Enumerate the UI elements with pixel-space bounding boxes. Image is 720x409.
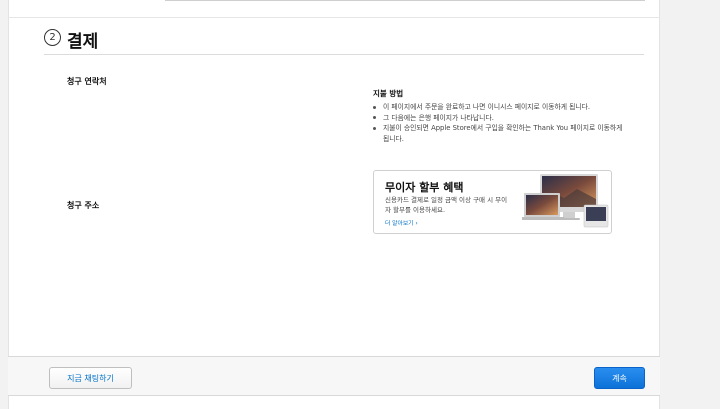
step-number-badge: 2: [44, 29, 61, 46]
billing-contact-label: 청구 연락처: [67, 77, 107, 86]
payment-method-title: 지불 방법: [373, 89, 404, 98]
list-item: 이 페이지에서 주문을 완료하고 나면 이니시스 페이지로 이동하게 됩니다.: [373, 102, 628, 113]
promo-title: 무이자 할부 혜택: [385, 181, 464, 194]
list-item: 지불이 승인되면 Apple Store에서 구입을 확인하는 Thank Yo…: [373, 123, 628, 144]
list-item: 그 다음에는 은행 페이지가 나타납니다.: [373, 113, 628, 124]
footer-bottom-edge: [8, 395, 660, 396]
top-divider: [165, 0, 645, 1]
learn-more-link[interactable]: 더 알아보기 ›: [385, 218, 418, 227]
title-divider: [44, 54, 644, 55]
chat-now-button[interactable]: 지금 채팅하기: [49, 367, 132, 389]
payment-method-list: 이 페이지에서 주문을 완료하고 나면 이니시스 페이지로 이동하게 됩니다. …: [373, 102, 628, 144]
mac-devices-image: [522, 174, 609, 228]
installment-promo-card[interactable]: 무이자 할부 혜택 신용카드 결제로 일정 금액 이상 구매 시 무이자 할부를…: [373, 170, 612, 234]
promo-description: 신용카드 결제로 일정 금액 이상 구매 시 무이자 할부를 이용하세요.: [385, 196, 508, 214]
continue-button[interactable]: 계속: [594, 367, 645, 389]
section-separator: [8, 17, 660, 18]
billing-address-label: 청구 주소: [67, 201, 100, 210]
section-title: 결제: [67, 32, 99, 52]
